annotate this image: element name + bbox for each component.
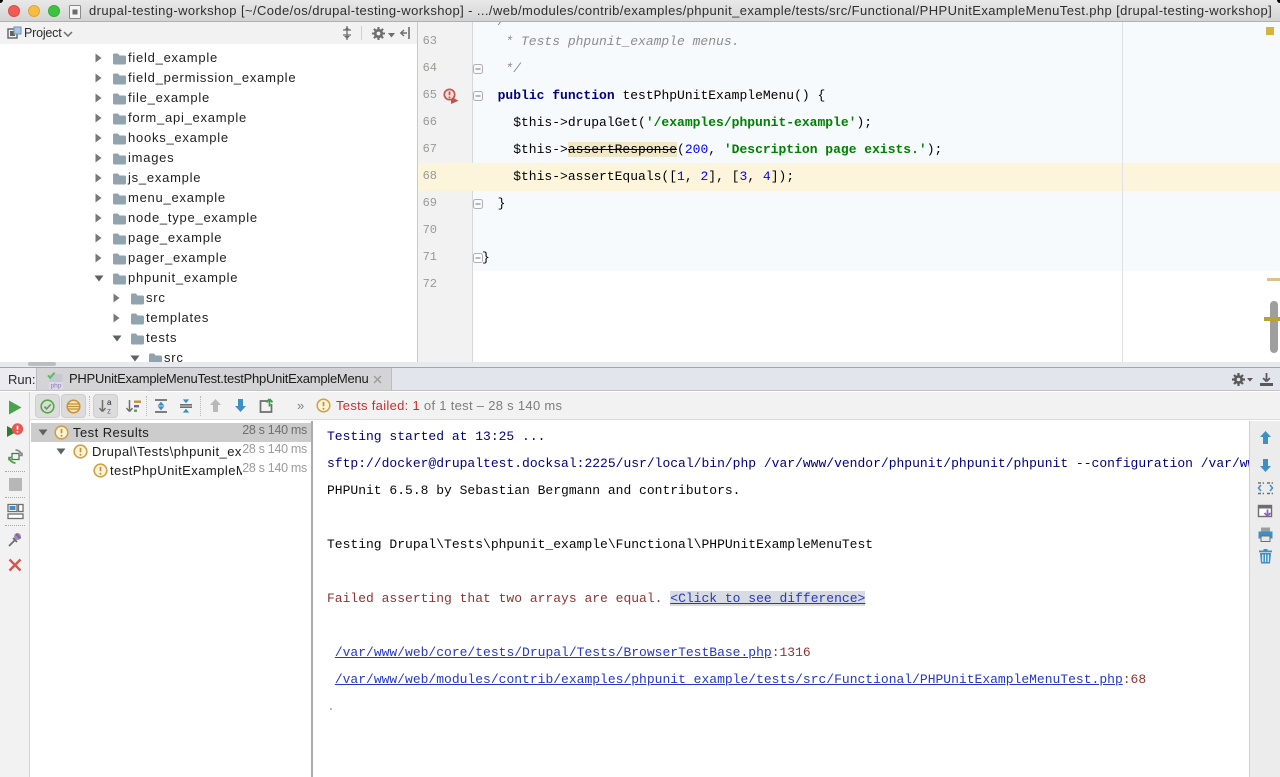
svg-text:php: php xyxy=(51,383,62,389)
svg-text:z: z xyxy=(107,407,111,415)
